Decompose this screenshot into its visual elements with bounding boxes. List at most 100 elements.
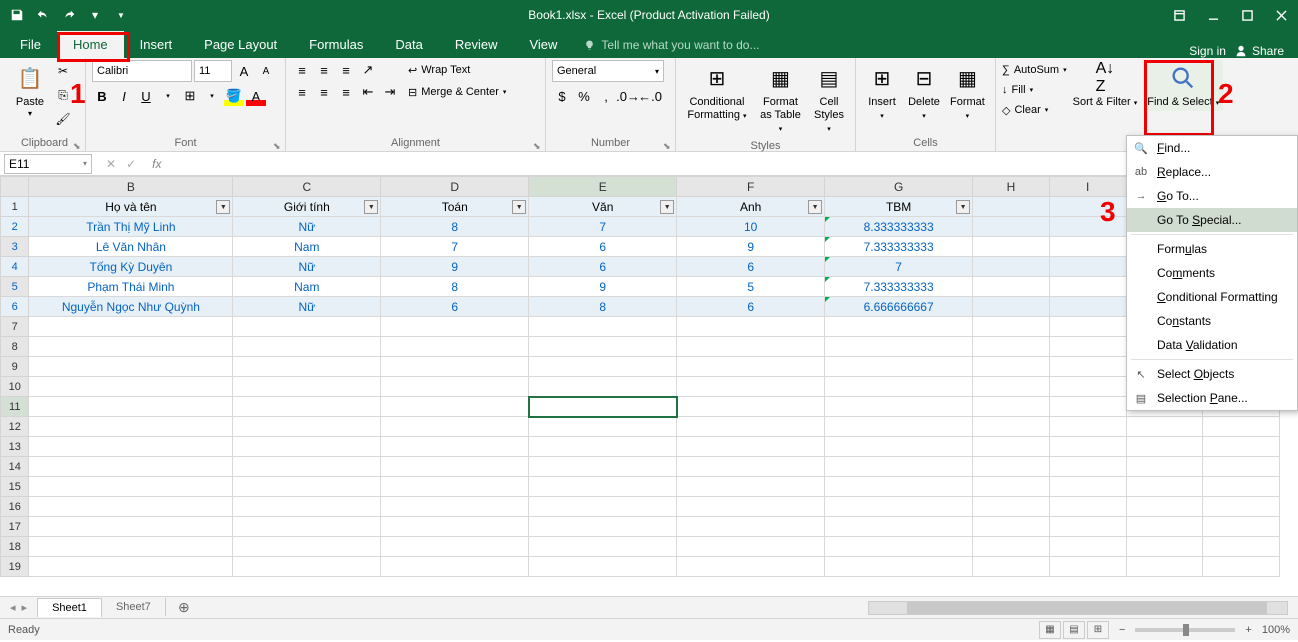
row-header-15[interactable]: 15	[1, 477, 29, 497]
touch-icon[interactable]: ▾	[84, 4, 106, 26]
empty-cell[interactable]	[677, 477, 825, 497]
accounting-format-icon[interactable]: $	[552, 86, 572, 106]
empty-cell[interactable]	[677, 357, 825, 377]
empty-cell[interactable]	[29, 337, 233, 357]
row-header-12[interactable]: 12	[1, 417, 29, 437]
row-header-9[interactable]: 9	[1, 357, 29, 377]
empty-cell[interactable]	[677, 317, 825, 337]
empty-cell[interactable]	[233, 517, 381, 537]
dropdown-replace[interactable]: abReplace...	[1127, 160, 1297, 184]
select-all-cell[interactable]	[1, 177, 29, 197]
number-format-dropdown[interactable]: General ▾	[552, 60, 664, 82]
empty-cell[interactable]	[825, 517, 973, 537]
cancel-formula-icon[interactable]: ✕	[106, 157, 116, 171]
fill-color-icon[interactable]: 🪣	[224, 86, 244, 106]
font-launcher-icon[interactable]: ⬊	[273, 141, 283, 149]
wrap-text-button[interactable]: ↩ Wrap Text	[408, 60, 506, 80]
empty-cell[interactable]	[825, 397, 973, 417]
empty-cell[interactable]	[1049, 317, 1126, 337]
orientation-icon[interactable]: ↗	[358, 60, 378, 80]
empty-cell[interactable]	[1126, 537, 1203, 557]
row-header-8[interactable]: 8	[1, 337, 29, 357]
tab-data[interactable]: Data	[379, 31, 438, 58]
tell-me-search[interactable]: Tell me what you want to do...	[573, 32, 769, 58]
undo-icon[interactable]	[32, 4, 54, 26]
empty-cell[interactable]	[233, 397, 381, 417]
empty-cell[interactable]	[1203, 437, 1280, 457]
border-dropdown-icon[interactable]: ▾	[202, 86, 222, 106]
empty-cell[interactable]	[973, 557, 1050, 577]
empty-cell[interactable]	[1203, 497, 1280, 517]
empty-cell[interactable]	[233, 417, 381, 437]
sheet-nav-first-icon[interactable]: ◂	[10, 601, 16, 614]
data-cell[interactable]: Nữ	[233, 297, 381, 317]
minimize-icon[interactable]	[1196, 0, 1230, 30]
row-header-17[interactable]: 17	[1, 517, 29, 537]
empty-cell[interactable]	[529, 397, 677, 417]
empty-cell[interactable]	[381, 497, 529, 517]
row-header-4[interactable]: 4	[1, 257, 29, 277]
data-cell[interactable]: Phạm Thái Minh	[29, 277, 233, 297]
cell-styles-button[interactable]: ▤ Cell Styles ▾	[809, 60, 849, 138]
scrollbar-thumb[interactable]	[907, 602, 1267, 614]
ribbon-options-icon[interactable]	[1162, 0, 1196, 30]
increase-indent-icon[interactable]: ⇥	[380, 82, 400, 102]
empty-cell[interactable]	[29, 457, 233, 477]
empty-cell[interactable]	[29, 377, 233, 397]
insert-cells-button[interactable]: ⊞ Insert▾	[862, 60, 902, 124]
empty-cell[interactable]	[233, 557, 381, 577]
empty-cell[interactable]	[1203, 557, 1280, 577]
table-header-cell[interactable]: Anh▼	[677, 197, 825, 217]
empty-cell[interactable]	[1049, 457, 1126, 477]
col-header-E[interactable]: E	[529, 177, 677, 197]
empty-cell[interactable]	[825, 437, 973, 457]
row-header-19[interactable]: 19	[1, 557, 29, 577]
zoom-slider[interactable]	[1135, 628, 1235, 632]
empty-cell[interactable]	[677, 437, 825, 457]
empty-cell[interactable]	[1049, 357, 1126, 377]
empty-cell[interactable]	[825, 457, 973, 477]
row-header-7[interactable]: 7	[1, 317, 29, 337]
format-as-table-button[interactable]: ▦ Format as Table ▾	[754, 60, 807, 138]
empty-cell[interactable]	[1049, 497, 1126, 517]
filter-dropdown-icon[interactable]: ▼	[512, 200, 526, 214]
paste-button[interactable]: 📋 Paste ▾	[10, 60, 50, 120]
empty-cell[interactable]	[529, 457, 677, 477]
empty-cell[interactable]	[677, 537, 825, 557]
empty-cell[interactable]	[825, 477, 973, 497]
data-cell[interactable]: 7.333333333	[825, 277, 973, 297]
empty-cell[interactable]	[233, 357, 381, 377]
empty-cell[interactable]	[973, 517, 1050, 537]
empty-cell[interactable]	[1126, 517, 1203, 537]
data-cell[interactable]: 7	[825, 257, 973, 277]
data-cell[interactable]: 10	[677, 217, 825, 237]
sign-in-button[interactable]: Sign in	[1189, 44, 1226, 58]
data-cell[interactable]: 8	[381, 217, 529, 237]
italic-button[interactable]: I	[114, 86, 134, 106]
empty-cell[interactable]	[825, 537, 973, 557]
empty-cell[interactable]	[677, 517, 825, 537]
tab-home[interactable]: Home	[57, 31, 124, 58]
empty-cell[interactable]	[529, 377, 677, 397]
data-cell[interactable]: Nguyễn Ngọc Như Quỳnh	[29, 297, 233, 317]
empty-cell[interactable]	[1049, 377, 1126, 397]
percent-format-icon[interactable]: %	[574, 86, 594, 106]
empty-cell[interactable]	[1049, 337, 1126, 357]
empty-cell[interactable]	[529, 537, 677, 557]
data-cell[interactable]: 7	[529, 217, 677, 237]
font-color-icon[interactable]: A	[246, 86, 266, 106]
empty-cell[interactable]	[677, 337, 825, 357]
empty-cell[interactable]	[1049, 437, 1126, 457]
data-cell[interactable]: 5	[677, 277, 825, 297]
redo-icon[interactable]	[58, 4, 80, 26]
empty-cell[interactable]	[1203, 517, 1280, 537]
name-box[interactable]: E11 ▾	[4, 154, 92, 174]
empty-cell[interactable]	[973, 497, 1050, 517]
dropdown-goto[interactable]: →Go To...	[1127, 184, 1297, 208]
empty-cell[interactable]	[973, 437, 1050, 457]
row-header-10[interactable]: 10	[1, 377, 29, 397]
table-header-cell[interactable]: Toán▼	[381, 197, 529, 217]
clipboard-launcher-icon[interactable]: ⬊	[73, 141, 83, 149]
sheet-tab-other[interactable]: Sheet7	[102, 598, 166, 616]
empty-cell[interactable]	[1203, 417, 1280, 437]
